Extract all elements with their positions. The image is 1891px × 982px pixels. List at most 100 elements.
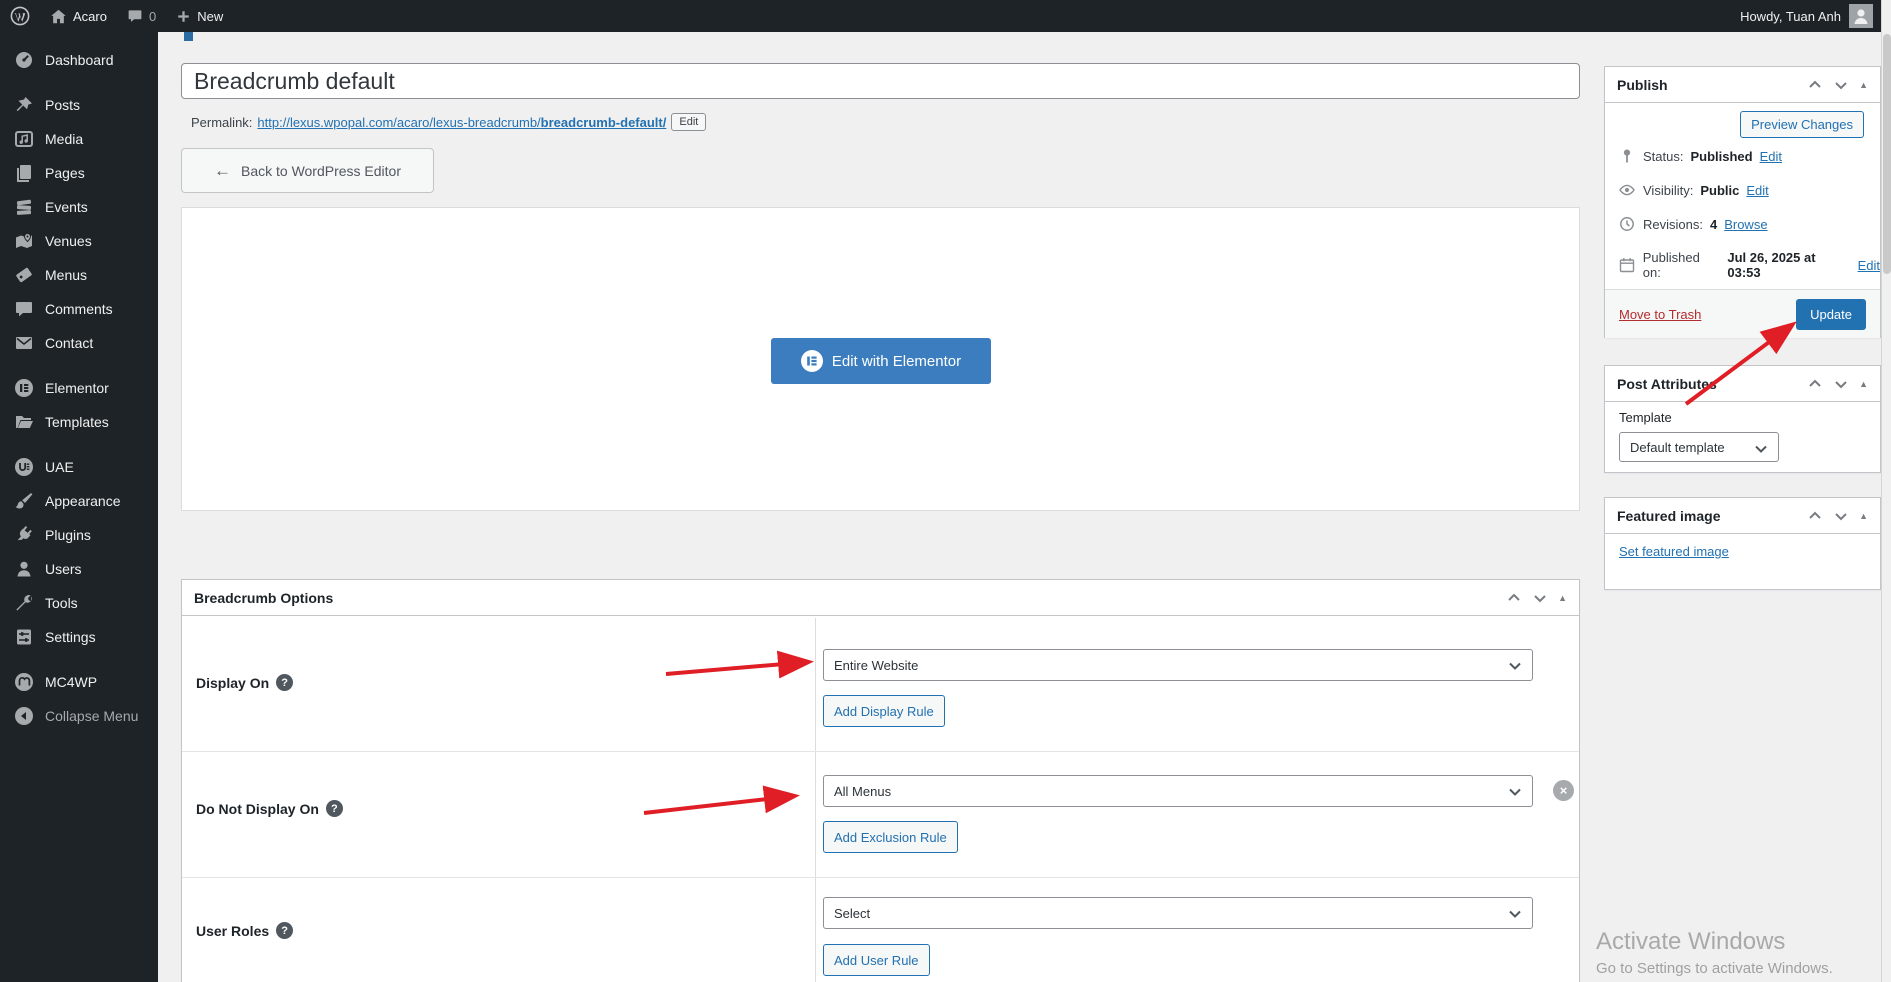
dashboard-icon	[14, 50, 34, 70]
update-button[interactable]: Update	[1796, 298, 1866, 330]
sidebar-item-tools[interactable]: Tools	[0, 586, 158, 620]
publishing-actions: Move to Trash Update	[1605, 289, 1880, 338]
revisions-row: Revisions: 4 Browse	[1619, 216, 1768, 233]
toggle-panel-icon[interactable]: ▲	[1859, 379, 1868, 389]
sidebar-item-templates[interactable]: Templates	[0, 405, 158, 439]
featured-image-header[interactable]: Featured image ▲	[1605, 498, 1880, 534]
post-attributes-panel: Post Attributes ▲ Template Default templ…	[1604, 365, 1881, 473]
vertical-scrollbar[interactable]	[1881, 0, 1891, 982]
help-icon[interactable]: ?	[325, 800, 343, 817]
help-icon[interactable]: ?	[276, 922, 294, 939]
add-exclusion-rule-button[interactable]: Add Exclusion Rule	[823, 821, 958, 853]
move-to-trash-link[interactable]: Move to Trash	[1619, 307, 1701, 322]
content-area: Permalink: http://lexus.wpopal.com/acaro…	[158, 32, 1891, 982]
elementor-logo-icon	[800, 350, 823, 372]
remove-rule-icon[interactable]: ×	[1553, 780, 1574, 801]
sidebar-item-dashboard[interactable]: Dashboard	[0, 43, 158, 77]
sidebar-item-comments[interactable]: Comments	[0, 292, 158, 326]
edit-status-link[interactable]: Edit	[1760, 149, 1782, 164]
comment-bubble-icon	[128, 10, 142, 22]
uae-icon	[14, 457, 34, 477]
toggle-panel-icon[interactable]: ▲	[1859, 80, 1868, 90]
sidebar-item-settings[interactable]: Settings	[0, 620, 158, 654]
move-up-icon[interactable]	[1506, 590, 1522, 606]
post-attributes-header[interactable]: Post Attributes ▲	[1605, 366, 1880, 402]
browse-revisions-link[interactable]: Browse	[1724, 217, 1767, 232]
edit-published-date-link[interactable]: Edit	[1858, 258, 1880, 273]
status-row: Status: Published Edit	[1619, 148, 1782, 165]
back-to-wordpress-editor-button[interactable]: ← Back to WordPress Editor	[181, 148, 434, 193]
pushpin-icon	[14, 95, 34, 115]
wordpress-admin-page: Acaro 0 New Howdy, Tuan Anh Dashboard Po…	[0, 0, 1891, 982]
contact-icon	[14, 333, 34, 353]
move-down-icon[interactable]	[1532, 590, 1548, 606]
plus-icon	[178, 10, 189, 22]
sidebar-item-uae[interactable]: UAE	[0, 450, 158, 484]
permalink-link[interactable]: http://lexus.wpopal.com/acaro/lexus-brea…	[257, 115, 666, 130]
visibility-row: Visibility: Public Edit	[1619, 182, 1769, 199]
add-display-rule-button[interactable]: Add Display Rule	[823, 695, 945, 727]
do-not-display-on-select[interactable]: All Menus	[823, 775, 1533, 807]
admin-sidebar: Dashboard Posts Media Pages Events Venue…	[0, 32, 158, 982]
user-roles-select[interactable]: Select	[823, 897, 1533, 929]
breadcrumb-options-header[interactable]: Breadcrumb Options ▲	[182, 580, 1579, 616]
avatar	[1849, 4, 1873, 28]
toggle-panel-icon[interactable]: ▲	[1558, 593, 1567, 603]
move-down-icon[interactable]	[1833, 376, 1849, 392]
breadcrumb-options-metabox: Breadcrumb Options ▲ Display On ? Entire…	[181, 579, 1580, 982]
toggle-panel-icon[interactable]: ▲	[1859, 511, 1868, 521]
add-user-rule-button[interactable]: Add User Rule	[823, 944, 930, 976]
sidebar-item-plugins[interactable]: Plugins	[0, 518, 158, 552]
sidebar-item-collapse-menu[interactable]: Collapse Menu	[0, 699, 158, 733]
pages-icon	[14, 163, 34, 183]
menus-icon	[14, 265, 34, 285]
settings-icon	[14, 627, 34, 647]
left-arrow-icon: ←	[213, 160, 231, 180]
permalink: Permalink: http://lexus.wpopal.com/acaro…	[191, 111, 707, 133]
move-down-icon[interactable]	[1833, 508, 1849, 524]
set-featured-image-link[interactable]: Set featured image	[1619, 544, 1729, 559]
permalink-label: Permalink:	[191, 114, 253, 130]
edit-visibility-link[interactable]: Edit	[1746, 183, 1768, 198]
move-up-icon[interactable]	[1807, 77, 1823, 93]
post-title-input[interactable]	[181, 63, 1580, 99]
eye-icon	[1619, 182, 1636, 199]
publish-header[interactable]: Publish ▲	[1605, 67, 1880, 103]
featured-image-panel: Featured image ▲ Set featured image	[1604, 497, 1881, 590]
display-on-label: Display On ?	[196, 674, 294, 691]
edit-with-elementor-button[interactable]: Edit with Elementor	[771, 338, 991, 384]
sidebar-item-events[interactable]: Events	[0, 190, 158, 224]
activate-windows-watermark: Activate Windows Go to Settings to activ…	[1596, 928, 1833, 977]
wordpress-logo-icon[interactable]	[0, 0, 40, 32]
revisions-clock-icon	[1619, 216, 1636, 233]
scrollbar-thumb[interactable]	[1883, 34, 1891, 274]
help-icon[interactable]: ?	[276, 674, 294, 691]
permalink-edit-button[interactable]: Edit	[671, 113, 707, 131]
account-menu[interactable]: Howdy, Tuan Anh	[1740, 4, 1891, 28]
sidebar-item-menus[interactable]: Menus	[0, 258, 158, 292]
visit-site-item[interactable]: Acaro	[40, 0, 117, 32]
chevron-down-icon	[1509, 910, 1521, 918]
comments-count: 0	[148, 8, 157, 24]
display-on-select[interactable]: Entire Website	[823, 649, 1533, 681]
sidebar-item-mc4wp[interactable]: MC4WP	[0, 665, 158, 699]
move-down-icon[interactable]	[1833, 77, 1849, 93]
media-icon	[14, 129, 34, 149]
sidebar-item-media[interactable]: Media	[0, 122, 158, 156]
comments-counter[interactable]: 0	[117, 0, 166, 32]
sidebar-item-venues[interactable]: Venues	[0, 224, 158, 258]
venues-icon	[14, 231, 34, 251]
preview-changes-button[interactable]: Preview Changes	[1740, 111, 1864, 138]
new-menu-item[interactable]: New	[166, 0, 233, 32]
sidebar-item-users[interactable]: Users	[0, 552, 158, 586]
move-up-icon[interactable]	[1807, 508, 1823, 524]
sidebar-item-elementor[interactable]: Elementor	[0, 371, 158, 405]
move-up-icon[interactable]	[1807, 376, 1823, 392]
sidebar-item-posts[interactable]: Posts	[0, 88, 158, 122]
sidebar-item-contact[interactable]: Contact	[0, 326, 158, 360]
template-select[interactable]: Default template	[1619, 432, 1779, 462]
metabox-title: Breadcrumb Options	[194, 589, 334, 606]
sidebar-item-appearance[interactable]: Appearance	[0, 484, 158, 518]
calendar-icon	[1619, 257, 1636, 274]
sidebar-item-pages[interactable]: Pages	[0, 156, 158, 190]
